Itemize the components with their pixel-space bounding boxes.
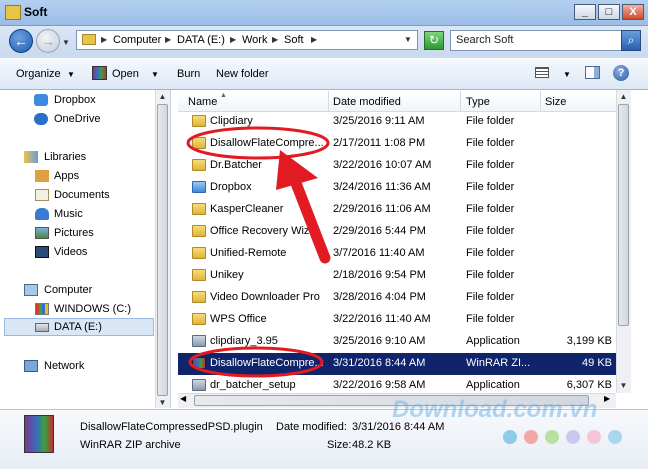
winrar-icon <box>24 415 54 453</box>
details-size-label: Size: <box>327 439 352 451</box>
watermark-dot <box>545 430 559 444</box>
watermark-dot <box>566 430 580 444</box>
watermark: Download.com.vn <box>392 396 598 423</box>
annotation-ellipse-file <box>188 346 324 378</box>
details-date-label: Date modified: <box>276 421 347 433</box>
annotation-ellipse-folder <box>186 126 330 160</box>
annotation-arrow-shaft <box>288 172 331 264</box>
watermark-dot <box>608 430 622 444</box>
watermark-dot <box>524 430 538 444</box>
watermark-dot <box>587 430 601 444</box>
details-size-value: 48.2 KB <box>352 439 392 451</box>
details-filename: DisallowFlateCompressedPSD.plugin <box>80 421 263 433</box>
watermark-dot <box>503 430 517 444</box>
details-file-type: WinRAR ZIP archive <box>80 439 181 451</box>
